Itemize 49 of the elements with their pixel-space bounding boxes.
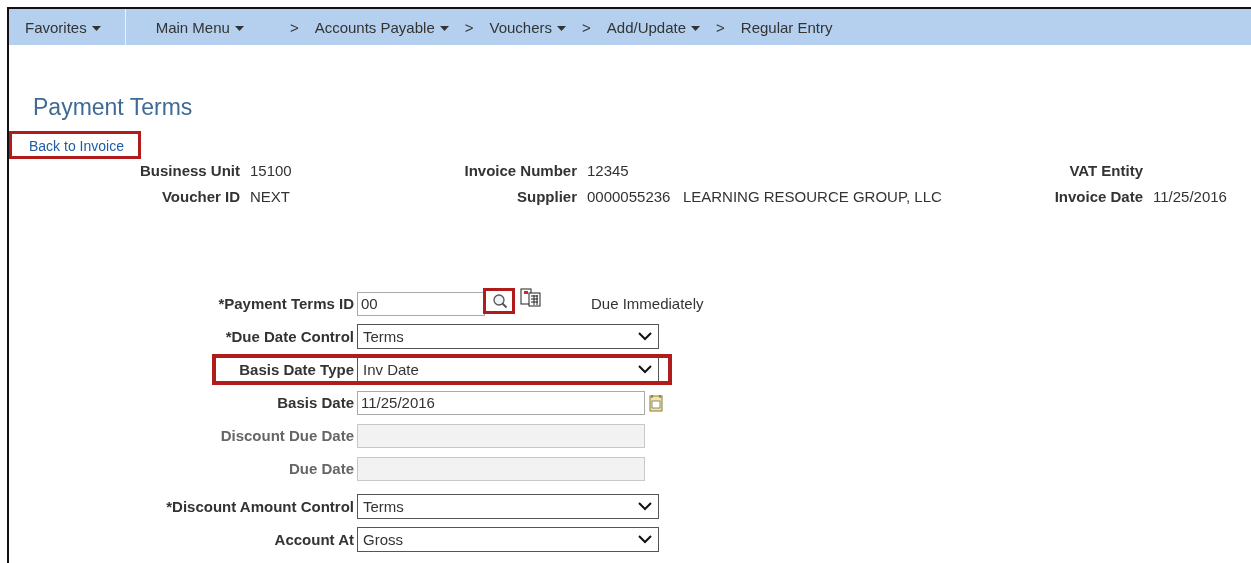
field-label: Basis Date	[276, 394, 355, 411]
field-label: Invoice Date	[1053, 188, 1143, 205]
field-label: Due Date	[287, 460, 355, 477]
field-label: *Payment Terms ID	[217, 295, 355, 312]
breadcrumb-separator: >	[715, 18, 726, 36]
document-icon[interactable]	[520, 287, 542, 308]
calendar-icon[interactable]	[649, 393, 663, 412]
dropdown-select[interactable]: Terms	[357, 494, 659, 519]
breadcrumb-item[interactable]: Vouchers	[479, 9, 577, 45]
field-label: Business Unit	[138, 162, 240, 179]
caret-icon	[91, 25, 101, 31]
text-input[interactable]: 00	[357, 291, 485, 316]
field-value: 12345	[587, 162, 629, 179]
field-label: Discount Due Date	[219, 427, 355, 444]
dropdown-select[interactable]: Terms	[357, 324, 659, 349]
caret-icon	[439, 25, 449, 31]
field-value: 15100	[250, 162, 292, 179]
field-label: Supplier	[516, 188, 577, 205]
page-title: Payment Terms	[33, 94, 194, 122]
dropdown-select[interactable]: Gross	[357, 527, 659, 552]
field-label: *Discount Amount Control	[165, 498, 355, 515]
nav-menu-item[interactable]: Main Menu	[145, 9, 254, 45]
caret-icon	[691, 25, 701, 31]
back-link[interactable]: Back to Invoice	[29, 138, 124, 154]
favorites-menu[interactable]: Favorites	[9, 9, 126, 45]
field-label: Voucher ID	[160, 188, 240, 205]
field-label: Account At	[273, 531, 355, 548]
field-value: 11/25/2016	[1153, 188, 1227, 205]
field-value: NEXT	[250, 188, 290, 205]
breadcrumb-item[interactable]: Add/Update	[596, 9, 711, 45]
date-input[interactable]: 11/25/2016	[357, 390, 645, 415]
chevron-down-icon	[638, 365, 652, 374]
breadcrumb-separator: >	[288, 18, 300, 36]
search-icon[interactable]	[492, 292, 508, 309]
field-label: Invoice Number	[463, 162, 577, 179]
field-label: VAT Entity	[1068, 162, 1143, 179]
breadcrumb-separator: >	[581, 18, 592, 36]
chevron-down-icon	[638, 502, 652, 511]
breadcrumb-separator: >	[463, 18, 475, 36]
breadcrumb-item[interactable]: Accounts Payable	[304, 9, 459, 45]
breadcrumb-item[interactable]: Regular Entry	[730, 9, 843, 45]
field-label: *Due Date Control	[224, 328, 355, 345]
chevron-down-icon	[638, 332, 652, 341]
chevron-down-icon	[638, 535, 652, 544]
caret-icon	[557, 25, 567, 31]
field-label: Basis Date Type	[238, 361, 355, 378]
field-value: 0000055236 LEARNING RESOURCE GROUP, LLC	[587, 188, 942, 205]
caret-icon	[234, 25, 244, 31]
field-description: Due Immediately	[591, 295, 704, 312]
